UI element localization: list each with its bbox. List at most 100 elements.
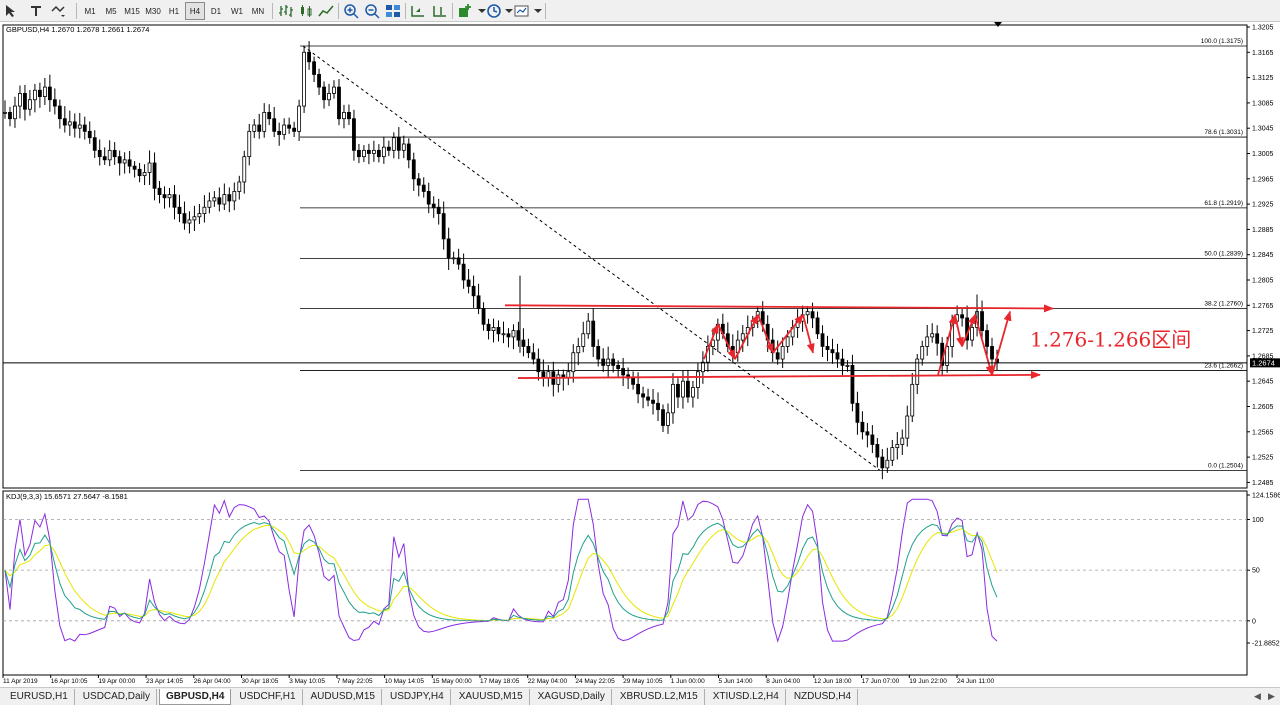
candle-body [875,444,880,458]
price-tick-label: 1.2885 [1252,227,1274,234]
candle-body [396,137,401,151]
chevron-down-icon[interactable] [530,3,546,19]
candle-body [52,99,57,107]
periods-clock-icon[interactable] [486,3,502,19]
candle-body [187,219,192,224]
candle-body [930,333,935,338]
candlestick-chart-icon[interactable] [298,3,314,19]
time-tick-label: 19 Apr 00:00 [98,678,135,685]
timeframe-m30-button[interactable]: M30 [143,2,163,20]
time-tick-label: 24 May 22:05 [575,678,615,685]
chart-shift-icon[interactable] [432,3,448,19]
tab-audusd-m15[interactable]: AUDUSD,M15 [305,689,382,705]
candle-body [446,238,451,259]
candle-body [376,149,381,158]
candle-body [501,333,506,336]
chart-area[interactable]: 100.0 (1.3175) 78.6 (1.3031) 61.8 (1.2919)… [0,22,1280,687]
candle-body [601,358,606,366]
time-tick-label: 16 Apr 10:05 [51,678,88,685]
candle-body [362,149,366,158]
candle-body [775,352,780,360]
candle-body [406,143,411,161]
templates-icon[interactable] [514,3,530,19]
timeframe-h4-button[interactable]: H4 [185,2,205,20]
cursor-icon[interactable] [3,3,19,19]
candle-body [197,213,202,218]
candle-body [33,89,37,101]
timeframe-w1-button[interactable]: W1 [227,2,247,20]
candle-body [23,93,27,110]
time-tick-label: 17 Jun 07:00 [862,678,900,685]
timeframe-m15-button[interactable]: M15 [122,2,142,20]
candle-body [651,399,655,404]
candle-body [681,380,685,398]
tab-scroll-left-icon[interactable]: ◀ [1254,691,1261,702]
timeframe-d1-button[interactable]: D1 [206,2,226,20]
kdj-tick-label: 50 [1252,568,1260,575]
time-tick-label: 7 May 22:05 [337,678,373,685]
timeframe-m5-button[interactable]: M5 [101,2,121,20]
candle-body [366,149,371,154]
price-tick-label: 1.2645 [1252,379,1274,386]
price-tick-label: 1.3125 [1252,75,1274,82]
candle-body [222,194,227,205]
tab-xbrusd-l2-m15[interactable]: XBRUSD.L2,M15 [614,689,705,705]
time-tick-label: 10 May 14:05 [385,678,425,685]
candle-body [322,86,326,101]
zoom-in-icon[interactable] [343,3,359,19]
tab-usdcad-daily[interactable]: USDCAD,Daily [77,689,158,705]
range-annotation: 1.276-1.266区间 [1030,327,1191,351]
candle-body [476,295,481,309]
candle-body [646,396,650,401]
candle-body [491,327,496,331]
tab-scroll-right-icon[interactable]: ▶ [1268,691,1275,702]
line-chart-icon[interactable] [318,3,334,19]
tile-windows-icon[interactable] [385,3,401,19]
candle-body [67,121,72,126]
price-tick-label: 1.2565 [1252,429,1274,436]
tab-usdjpy-h4[interactable]: USDJPY,H4 [384,689,451,705]
tab-gbpusd-h4[interactable]: GBPUSD,H4 [159,689,232,705]
candle-body [292,127,297,132]
candle-body [37,89,42,97]
timeframe-m1-button[interactable]: M1 [80,2,100,20]
kdj-tick-label: 100 [1252,517,1264,524]
bar-chart-icon[interactable] [278,3,294,19]
candle-body [62,118,67,126]
tab-eurusd-h1[interactable]: EURUSD,H1 [4,689,75,705]
time-tick-label: 22 May 04:00 [528,678,568,685]
candle-body [885,459,890,469]
tab-xagusd-daily[interactable]: XAGUSD,Daily [532,689,612,705]
candle-body [272,118,277,132]
candle-body [167,194,172,199]
tab-xtiusd-l2-h4[interactable]: XTIUSD.L2,H4 [707,689,786,705]
candle-body [162,194,167,199]
text-tool-icon[interactable] [28,3,44,19]
candle-body [805,311,810,316]
tab-usdchf-h1[interactable]: USDCHF,H1 [233,689,303,705]
candle-body [521,339,526,347]
timeframe-h1-button[interactable]: H1 [164,2,184,20]
shapes-menu-icon[interactable] [50,3,66,19]
candle-body [192,216,197,221]
candle-body [227,194,232,202]
tab-xauusd-m15[interactable]: XAUUSD,M15 [453,689,530,705]
indicators-icon[interactable] [457,3,473,19]
candle-body [820,333,825,347]
candle-body [441,213,446,240]
candle-body [815,317,820,335]
candle-body [137,168,142,177]
candle-body [172,194,177,208]
candle-body [332,86,336,94]
tab-nzdusd-h4[interactable]: NZDUSD,H4 [788,689,859,705]
candle-body [785,336,790,347]
candle-body [177,206,182,214]
candle-body [471,285,476,297]
timeframe-mn-button[interactable]: MN [248,2,268,20]
current-price-tag: 1.2674 [1250,358,1280,368]
candle-body [865,431,870,436]
zoom-out-icon[interactable] [364,3,380,19]
candle-body [481,308,486,325]
candle-body [247,130,252,158]
auto-scroll-icon[interactable] [410,3,426,19]
